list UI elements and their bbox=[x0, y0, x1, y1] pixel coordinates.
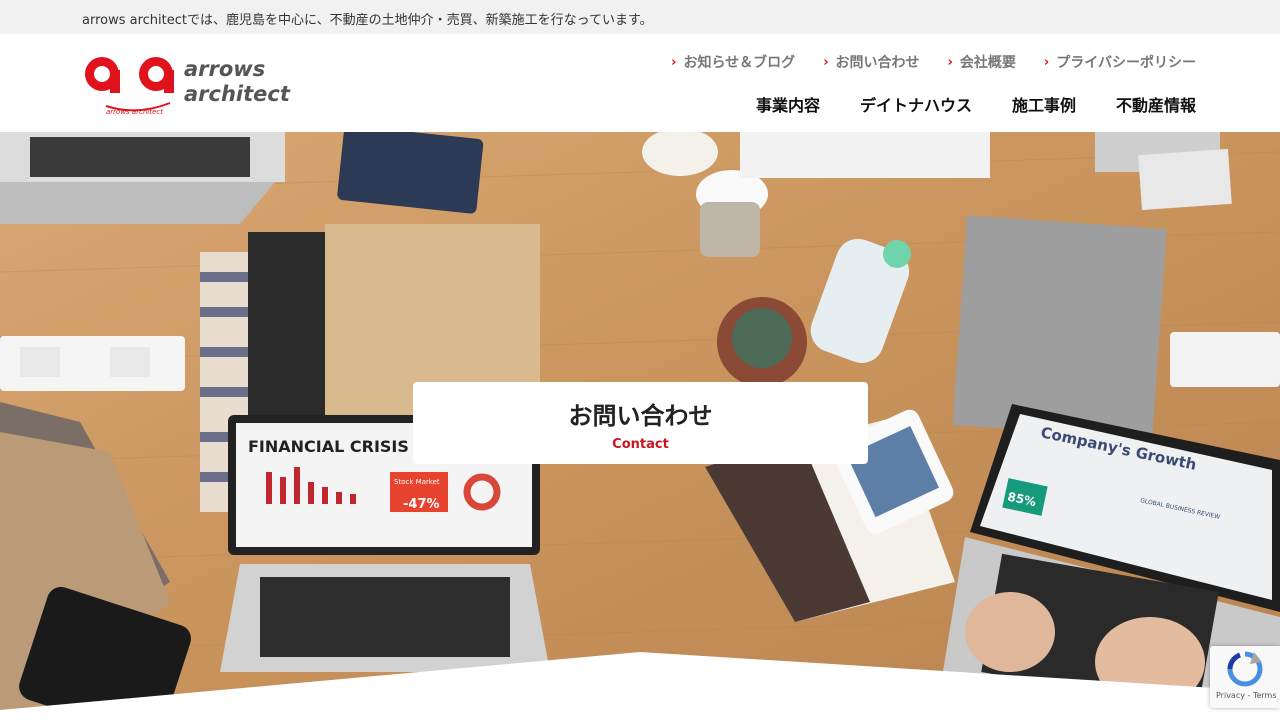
main-nav: 事業内容 デイトナハウス 施工事例 不動産情報 bbox=[756, 92, 1196, 116]
nav-item-business[interactable]: 事業内容 bbox=[756, 92, 820, 116]
laptop-headline: FINANCIAL CRISIS bbox=[248, 437, 409, 456]
logo-line1: arrows bbox=[184, 57, 265, 81]
subnav-label: お問い合わせ bbox=[835, 55, 920, 71]
page-title: お問い合わせ bbox=[568, 402, 713, 430]
recaptcha-badge[interactable]: Privacy - Terms bbox=[1210, 646, 1280, 708]
logo-mark-icon: arrows architect arrows architect bbox=[85, 57, 291, 116]
subnav-item-privacy[interactable]: › プライバシーポリシー bbox=[1044, 52, 1196, 72]
page-subtitle: Contact bbox=[612, 437, 669, 452]
subnav-item-contact[interactable]: › お問い合わせ bbox=[823, 52, 919, 72]
site-header: arrows architect arrows architect › お知らせ… bbox=[0, 34, 1280, 132]
site-logo[interactable]: arrows architect arrows architect bbox=[82, 48, 297, 118]
subnav-label: 会社概要 bbox=[959, 55, 1016, 71]
nav-item-daytona-house[interactable]: デイトナハウス bbox=[860, 92, 972, 116]
page-title-card: お問い合わせ Contact bbox=[413, 382, 868, 464]
chevron-right-icon: › bbox=[671, 54, 677, 70]
stock-label: Stock Market bbox=[394, 478, 440, 486]
subnav-item-company[interactable]: › 会社概要 bbox=[948, 52, 1016, 72]
top-bar: arrows architectでは、鹿児島を中心に、不動産の土地仲介・売買、新… bbox=[0, 0, 1280, 34]
logo-mark-text: arrows architect bbox=[106, 108, 163, 116]
nav-item-real-estate[interactable]: 不動産情報 bbox=[1116, 92, 1196, 116]
utility-nav: › お知らせ＆ブログ › お問い合わせ › 会社概要 › プライバシーポリシー bbox=[671, 52, 1196, 72]
laptop-top-left bbox=[0, 132, 285, 224]
site-tagline: arrows architectでは、鹿児島を中心に、不動産の土地仲介・売買、新… bbox=[82, 13, 653, 28]
subnav-item-news-blog[interactable]: › お知らせ＆ブログ bbox=[671, 52, 795, 72]
stock-value: -47% bbox=[403, 497, 440, 512]
chevron-right-icon: › bbox=[947, 54, 953, 70]
subnav-label: プライバシーポリシー bbox=[1056, 55, 1196, 71]
nav-item-works[interactable]: 施工事例 bbox=[1012, 92, 1076, 116]
chevron-right-icon: › bbox=[823, 54, 829, 70]
hero-banner: FINANCIAL CRISIS Stock Market -47% Compa… bbox=[0, 132, 1280, 720]
recaptcha-terms[interactable]: Privacy - Terms bbox=[1216, 691, 1277, 700]
logo-line2: architect bbox=[184, 82, 291, 106]
chevron-right-icon: › bbox=[1043, 54, 1050, 70]
subnav-label: お知らせ＆ブログ bbox=[683, 55, 796, 71]
